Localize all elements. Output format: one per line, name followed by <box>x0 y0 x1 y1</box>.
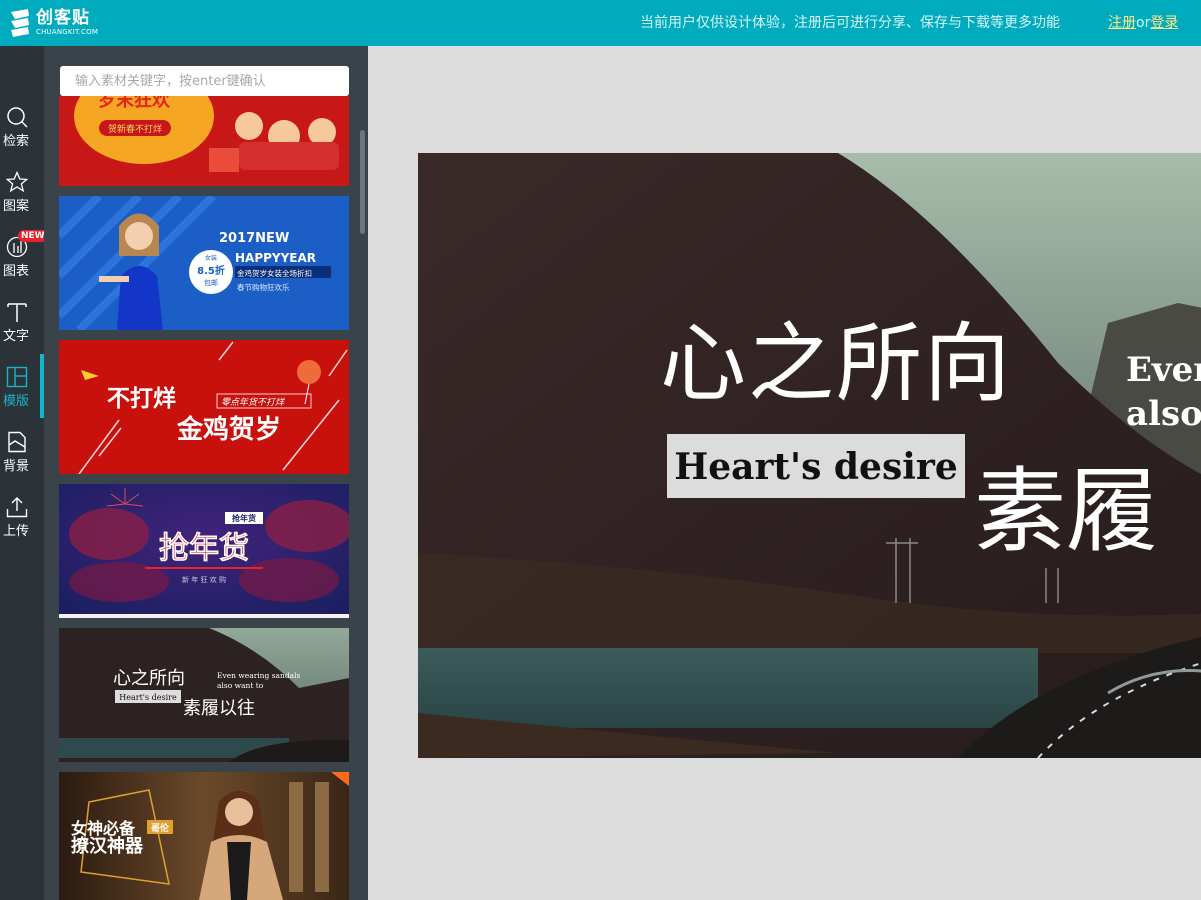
thumb-badge-top: 女装 <box>205 254 217 262</box>
template-thumb-4[interactable]: 抢年货 抢年货 新 年 狂 欢 购 <box>59 484 349 618</box>
thumb-title: 岁末狂欢 <box>98 96 171 111</box>
template-thumb-2[interactable]: 2017NEW HAPPYYEAR 金鸡贺岁女装全场折扣 春节购物狂欢乐 女装 … <box>59 196 349 330</box>
upload-icon <box>6 496 28 518</box>
search-input[interactable] <box>60 66 349 96</box>
thumb-sub: 素履以往 <box>183 698 255 719</box>
template-icon <box>6 366 28 388</box>
thumb-tag: 零点年货不打烊 <box>221 397 285 408</box>
thumb-label: Heart's desire <box>119 693 177 702</box>
top-bar: 创客贴 CHUANGKIT.COM 当前用户仅供设计体验，注册后可进行分享、保存… <box>0 0 1201 46</box>
logo[interactable]: 创客贴 CHUANGKIT.COM <box>8 6 108 40</box>
thumb-badge-bot: 包邮 <box>204 278 218 287</box>
canvas-title-cn[interactable]: 心之所向 <box>660 314 1012 414</box>
auth-separator: or <box>1136 15 1151 31</box>
template-thumb-6[interactable]: 女神必备 哥伦 撩汉神器 <box>59 772 349 900</box>
register-link[interactable]: 注册 <box>1108 15 1136 31</box>
design-canvas[interactable]: 心之所向 Even also Heart's desire 素履 <box>418 153 1201 758</box>
rail-label: 上传 <box>3 524 30 539</box>
thumb-sub: 新 年 狂 欢 购 <box>182 575 226 584</box>
rail-item-pattern[interactable]: 图案 <box>0 170 44 231</box>
template-thumb-3[interactable]: 不打烊 零点年货不打烊 金鸡贺岁 <box>59 340 349 474</box>
canvas-sub-cn[interactable]: 素履 <box>974 458 1158 565</box>
rail-item-chart[interactable]: NEW 图表 <box>0 230 48 296</box>
canvas-en-line1[interactable]: Even <box>1126 350 1201 390</box>
rail-label: 模版 <box>3 394 30 409</box>
star-icon <box>5 170 29 193</box>
thumb-line2: 撩汉神器 <box>71 835 144 857</box>
search-icon <box>6 106 28 128</box>
rail-item-upload[interactable]: 上传 <box>0 496 44 556</box>
thumb-en1: Even wearing sandals <box>217 671 301 680</box>
background-icon <box>6 431 28 453</box>
logo-text-en: CHUANGKIT.COM <box>36 28 99 36</box>
thumb-line4: 春节购物狂欢乐 <box>237 282 290 292</box>
rail-label: 文字 <box>3 329 30 344</box>
thumb-line2: 金鸡贺岁 <box>176 414 281 445</box>
text-icon <box>6 301 28 323</box>
template-thumb-1[interactable]: 岁末狂欢 贺新春不打烊 <box>59 96 349 186</box>
trial-notice: 当前用户仅供设计体验，注册后可进行分享、保存与下载等更多功能 <box>640 15 1060 31</box>
thumb-line2: HAPPYYEAR <box>235 251 316 265</box>
thumb-sub: 贺新春不打烊 <box>108 123 162 135</box>
auth-links: 注册or登录 <box>1108 12 1178 32</box>
logo-icon <box>8 8 32 38</box>
rail-item-template[interactable]: 模版 <box>0 354 44 426</box>
template-thumb-5[interactable]: 心之所向 Even wearing sandals also want to H… <box>59 628 349 762</box>
rail-item-text[interactable]: 文字 <box>0 301 44 361</box>
rail-item-search[interactable]: 检索 <box>0 106 44 166</box>
thumb-title: 2017NEW <box>219 231 289 246</box>
thumb-title: 心之所向 <box>113 668 185 689</box>
rail-label: 图表 <box>3 264 30 279</box>
rail-label: 检索 <box>3 134 30 149</box>
thumb-title: 抢年货 <box>159 531 249 566</box>
rail-item-background[interactable]: 背景 <box>0 431 44 491</box>
thumb-badge-mid: 8.5折 <box>197 264 225 277</box>
canvas-label-en: Heart's desire <box>674 446 958 488</box>
thumb-tag: 哥伦 <box>151 822 170 834</box>
thumb-tag: 抢年货 <box>232 513 256 523</box>
rail-label: 背景 <box>3 459 30 474</box>
thumb-en2: also want to <box>217 681 264 690</box>
logo-text-cn: 创客贴 <box>36 8 90 28</box>
login-link[interactable]: 登录 <box>1150 15 1178 31</box>
thumb-line3: 金鸡贺岁女装全场折扣 <box>237 268 312 278</box>
panel-scrollbar[interactable] <box>360 130 365 234</box>
thumb-title: 不打烊 <box>107 385 176 412</box>
rail-label: 图案 <box>3 199 30 214</box>
tool-rail: 检索 图案 NEW 图表 文字 模版 背景 上传 <box>0 46 48 900</box>
template-panel: 岁末狂欢 贺新春不打烊 2017NEW HAPPYYEAR 金鸡贺岁女装全场折扣… <box>44 46 368 900</box>
canvas-en-line2[interactable]: also <box>1126 394 1201 434</box>
